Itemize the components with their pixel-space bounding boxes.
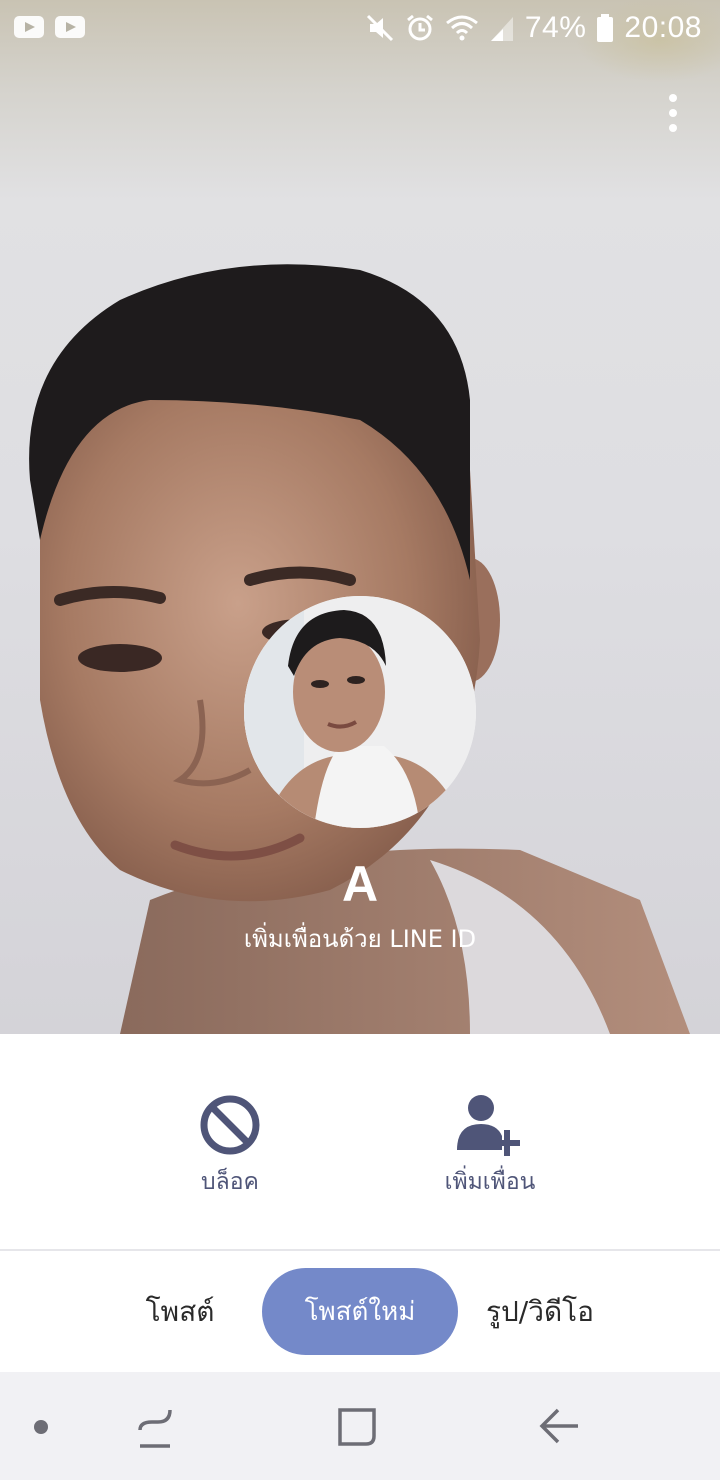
- action-row: บล็อค เพิ่มเพื่อน: [0, 1034, 720, 1250]
- alarm-icon: [405, 13, 435, 43]
- home-icon: [338, 1408, 376, 1446]
- home-button[interactable]: [332, 1402, 382, 1452]
- more-dot: [669, 124, 677, 132]
- recents-icon: [138, 1409, 172, 1448]
- add-friend-button[interactable]: เพิ่มเพื่อน: [410, 1092, 570, 1212]
- avatar-image: [244, 596, 476, 828]
- more-options-button[interactable]: [656, 88, 690, 138]
- battery-percent: 74%: [524, 11, 587, 44]
- add-friend-icon: [455, 1092, 525, 1158]
- profile-name: A: [341, 856, 379, 912]
- system-nav-bar: [0, 1372, 720, 1480]
- clock: 20:08: [624, 11, 702, 44]
- more-dot: [669, 94, 677, 102]
- mute-icon: [365, 13, 395, 43]
- profile-avatar[interactable]: [244, 596, 476, 828]
- wifi-icon: [445, 13, 479, 43]
- back-button[interactable]: [534, 1402, 584, 1452]
- block-label: บล็อค: [201, 1169, 259, 1195]
- block-icon: [195, 1092, 265, 1158]
- signal-icon: [489, 13, 515, 43]
- battery-icon: [596, 13, 614, 43]
- profile-subtitle[interactable]: เพิ่มเพื่อนด้วย LINE ID: [0, 920, 720, 958]
- block-button[interactable]: บล็อค: [150, 1092, 310, 1212]
- tab-new-post[interactable]: โพสต์ใหม่: [262, 1268, 458, 1355]
- profile-tabs: โพสต์ โพสต์ใหม่ รูป/วิดีโอ: [0, 1251, 720, 1372]
- youtube-icon: [55, 16, 85, 38]
- recents-button[interactable]: [130, 1402, 180, 1452]
- add-friend-label: เพิ่มเพื่อน: [444, 1169, 536, 1195]
- home-dot-icon: [34, 1420, 48, 1434]
- back-icon: [539, 1408, 578, 1444]
- tab-posts[interactable]: โพสต์: [110, 1251, 250, 1372]
- status-bar: 74% 20:08: [0, 0, 720, 56]
- more-dot: [669, 109, 677, 117]
- youtube-icon: [14, 16, 44, 38]
- tab-photos-videos[interactable]: รูป/วิดีโอ: [460, 1251, 620, 1372]
